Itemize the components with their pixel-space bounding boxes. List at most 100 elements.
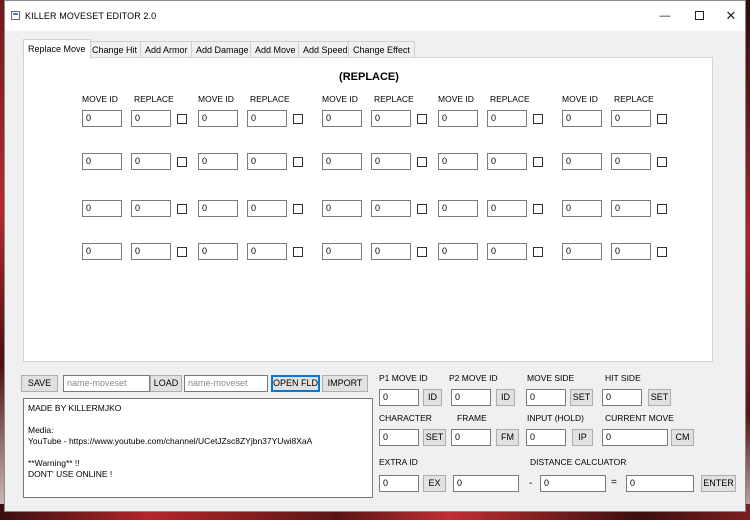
move-id-input[interactable]: 0 <box>82 153 122 170</box>
move-id-input[interactable]: 0 <box>438 153 478 170</box>
load-button[interactable]: LOAD <box>150 375 182 392</box>
tab-change-hit[interactable]: Change Hit <box>87 41 143 58</box>
move-id-input[interactable]: 0 <box>438 110 478 127</box>
maximize-button[interactable] <box>685 6 713 26</box>
replace-input[interactable]: 0 <box>611 243 651 260</box>
replace-checkbox[interactable] <box>417 204 427 214</box>
replace-input[interactable]: 0 <box>611 200 651 217</box>
replace-input[interactable]: 0 <box>487 243 527 260</box>
replace-input[interactable]: 0 <box>371 200 411 217</box>
replace-input[interactable]: 0 <box>611 153 651 170</box>
import-button[interactable]: IMPORT <box>322 375 368 392</box>
extra-id-input[interactable]: 0 <box>379 475 419 492</box>
move-id-input[interactable]: 0 <box>82 243 122 260</box>
p2-move-id-input[interactable]: 0 <box>451 389 491 406</box>
move-id-input[interactable]: 0 <box>562 110 602 127</box>
frame-input[interactable]: 0 <box>451 429 491 446</box>
replace-checkbox[interactable] <box>657 247 667 257</box>
enter-button[interactable]: ENTER <box>701 475 736 492</box>
move-id-input[interactable]: 0 <box>438 243 478 260</box>
replace-checkbox[interactable] <box>657 204 667 214</box>
move-id-input[interactable]: 0 <box>198 110 238 127</box>
hit-side-set-button[interactable]: SET <box>648 389 671 406</box>
replace-checkbox[interactable] <box>657 114 667 124</box>
replace-checkbox[interactable] <box>533 114 543 124</box>
p1-id-button[interactable]: ID <box>423 389 442 406</box>
move-id-input[interactable]: 0 <box>438 200 478 217</box>
load-name-input[interactable]: name-moveset <box>184 375 268 392</box>
replace-checkbox[interactable] <box>177 157 187 167</box>
character-set-button[interactable]: SET <box>423 429 446 446</box>
move-id-input[interactable]: 0 <box>562 243 602 260</box>
move-id-input[interactable]: 0 <box>322 200 362 217</box>
move-side-input[interactable]: 0 <box>526 389 566 406</box>
current-move-cm-button[interactable]: CM <box>671 429 694 446</box>
replace-checkbox[interactable] <box>533 247 543 257</box>
move-id-input[interactable]: 0 <box>562 153 602 170</box>
move-id-input[interactable]: 0 <box>322 110 362 127</box>
replace-checkbox[interactable] <box>293 157 303 167</box>
replace-checkbox[interactable] <box>417 114 427 124</box>
replace-input[interactable]: 0 <box>611 110 651 127</box>
p1-move-id-input[interactable]: 0 <box>379 389 419 406</box>
replace-checkbox[interactable] <box>177 204 187 214</box>
tab-change-effect[interactable]: Change Effect <box>348 41 415 58</box>
close-button[interactable]: ✕ <box>717 6 745 26</box>
replace-checkbox[interactable] <box>293 247 303 257</box>
hit-side-input[interactable]: 0 <box>602 389 642 406</box>
extra-ex-button[interactable]: EX <box>423 475 446 492</box>
replace-input[interactable]: 0 <box>371 153 411 170</box>
input-hold-input[interactable]: 0 <box>526 429 566 446</box>
replace-checkbox[interactable] <box>533 157 543 167</box>
replace-checkbox[interactable] <box>293 204 303 214</box>
move-id-input[interactable]: 0 <box>198 200 238 217</box>
replace-input[interactable]: 0 <box>247 200 287 217</box>
replace-input[interactable]: 0 <box>131 110 171 127</box>
tab-add-speed[interactable]: Add Speed <box>298 41 353 58</box>
replace-input[interactable]: 0 <box>487 200 527 217</box>
replace-input[interactable]: 0 <box>247 243 287 260</box>
move-id-input[interactable]: 0 <box>198 153 238 170</box>
move-id-input[interactable]: 0 <box>322 243 362 260</box>
move-id-input[interactable]: 0 <box>82 110 122 127</box>
input-ip-button[interactable]: IP <box>572 429 593 446</box>
extra-value-input[interactable]: 0 <box>453 475 519 492</box>
tab-replace-move[interactable]: Replace Move <box>23 39 91 59</box>
character-input[interactable]: 0 <box>379 429 419 446</box>
replace-input[interactable]: 0 <box>487 110 527 127</box>
move-id-input[interactable]: 0 <box>198 243 238 260</box>
info-log[interactable]: MADE BY KILLERMJKO Media: YouTube - https… <box>23 398 373 498</box>
save-name-input[interactable]: name-moveset <box>63 375 150 392</box>
move-side-set-button[interactable]: SET <box>570 389 593 406</box>
tab-add-move[interactable]: Add Move <box>250 41 301 58</box>
replace-input[interactable]: 0 <box>131 153 171 170</box>
replace-checkbox[interactable] <box>417 157 427 167</box>
minimize-button[interactable]: — <box>651 6 679 26</box>
replace-checkbox[interactable] <box>533 204 543 214</box>
replace-checkbox[interactable] <box>177 247 187 257</box>
tab-add-damage[interactable]: Add Damage <box>191 41 254 58</box>
p2-id-button[interactable]: ID <box>496 389 515 406</box>
replace-input[interactable]: 0 <box>131 243 171 260</box>
replace-input[interactable]: 0 <box>247 110 287 127</box>
distance-result-input[interactable]: 0 <box>626 475 694 492</box>
current-move-input[interactable]: 0 <box>602 429 668 446</box>
frame-fm-button[interactable]: FM <box>496 429 519 446</box>
replace-checkbox[interactable] <box>293 114 303 124</box>
replace-input[interactable]: 0 <box>487 153 527 170</box>
replace-input[interactable]: 0 <box>247 153 287 170</box>
move-id-input[interactable]: 0 <box>82 200 122 217</box>
tab-add-armor[interactable]: Add Armor <box>140 41 193 58</box>
move-id-input[interactable]: 0 <box>562 200 602 217</box>
replace-checkbox[interactable] <box>177 114 187 124</box>
move-id-input[interactable]: 0 <box>322 153 362 170</box>
distance-input-1[interactable]: 0 <box>540 475 606 492</box>
replace-checkbox[interactable] <box>657 157 667 167</box>
replace-input[interactable]: 0 <box>371 110 411 127</box>
title-bar[interactable]: KILLER MOVESET EDITOR 2.0 — ✕ <box>5 1 745 31</box>
replace-checkbox[interactable] <box>417 247 427 257</box>
replace-input[interactable]: 0 <box>371 243 411 260</box>
save-button[interactable]: SAVE <box>21 375 58 392</box>
replace-input[interactable]: 0 <box>131 200 171 217</box>
open-folder-button[interactable]: OPEN FLD <box>271 375 320 392</box>
